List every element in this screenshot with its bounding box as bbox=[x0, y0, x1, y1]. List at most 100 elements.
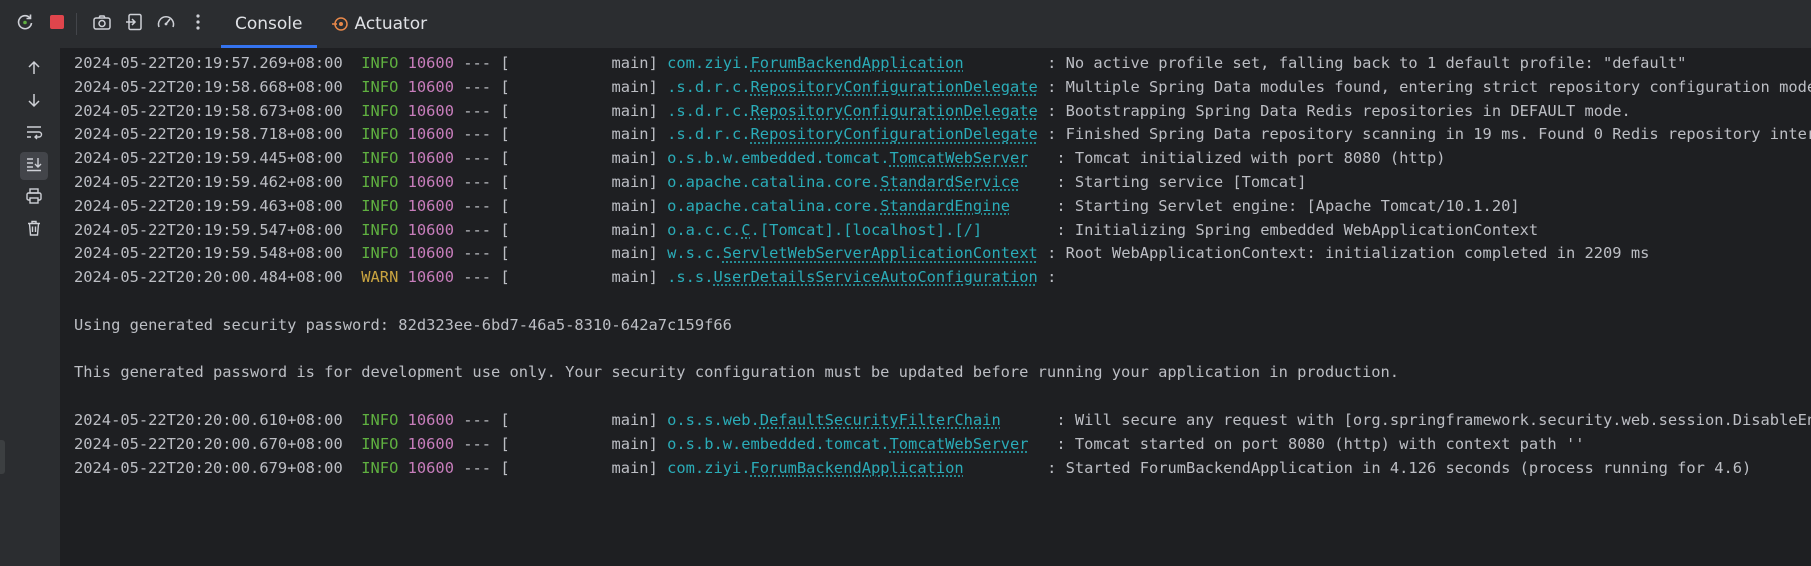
log-line: 2024-05-22T20:20:00.484+08:00 WARN 10600… bbox=[74, 264, 1066, 291]
log-logger-package: o.s.s.web. bbox=[667, 411, 760, 429]
print-button[interactable] bbox=[20, 184, 48, 212]
log-logger-link[interactable]: .s.d.r.c.RepositoryConfigurationDelegate bbox=[667, 125, 1038, 143]
log-logger-class: C bbox=[741, 220, 751, 239]
log-logger-class: StandardService bbox=[880, 173, 1020, 191]
scroll-to-end-icon bbox=[25, 155, 43, 177]
log-timestamp: 2024-05-22T20:19:58.668+08:00 bbox=[74, 77, 343, 96]
log-logger-link[interactable]: .s.d.r.c.RepositoryConfigurationDelegate bbox=[667, 102, 1038, 120]
log-logger-package: .s.d.r.c. bbox=[667, 125, 751, 144]
scroll-down-arrow-icon bbox=[25, 91, 43, 113]
log-logger-class: TomcatWebServer bbox=[889, 434, 1029, 453]
log-logger-class: UserDetailsServiceAutoConfiguration bbox=[713, 268, 1038, 287]
log-logger-package: o.apache.catalina.core. bbox=[667, 196, 881, 215]
log-logger-link[interactable]: o.apache.catalina.core.StandardEngine bbox=[667, 197, 1010, 215]
screenshot-button[interactable] bbox=[89, 11, 115, 37]
log-thread: --- [ main] bbox=[463, 244, 658, 263]
console-text-line: This generated password is for developme… bbox=[74, 359, 1399, 386]
log-pid: 10600 bbox=[407, 54, 454, 72]
rerun-button[interactable] bbox=[12, 11, 38, 37]
print-icon bbox=[25, 187, 43, 209]
scroll-down-button[interactable] bbox=[20, 88, 48, 116]
clear-all-button[interactable] bbox=[20, 216, 48, 244]
log-pid: 10600 bbox=[407, 434, 454, 453]
log-timestamp: 2024-05-22T20:19:58.718+08:00 bbox=[74, 125, 343, 144]
log-pid: 10600 bbox=[407, 149, 454, 168]
log-pid: 10600 bbox=[407, 77, 454, 96]
log-logger-class: RepositoryConfigurationDelegate bbox=[750, 125, 1038, 144]
log-logger-link[interactable]: o.s.b.w.embedded.tomcat.TomcatWebServer bbox=[667, 435, 1028, 453]
scroll-to-end-button[interactable] bbox=[20, 152, 48, 180]
log-message: : No active profile set, falling back to… bbox=[1047, 54, 1687, 72]
log-pid: 10600 bbox=[407, 101, 454, 120]
log-thread: --- [ main] bbox=[463, 196, 658, 215]
console-text-line: Using generated security password: 82d32… bbox=[74, 312, 732, 339]
log-line: 2024-05-22T20:20:00.679+08:00 INFO 10600… bbox=[74, 455, 1751, 482]
log-logger-package: .s.d.r.c. bbox=[667, 77, 751, 96]
log-message: : Multiple Spring Data modules found, en… bbox=[1047, 77, 1811, 96]
more-vertical-icon bbox=[194, 12, 202, 36]
console-output[interactable]: 2024-05-22T20:19:57.269+08:00 INFO 10600… bbox=[60, 48, 1811, 566]
log-thread: --- [ main] bbox=[463, 220, 658, 239]
log-timestamp: 2024-05-22T20:19:59.462+08:00 bbox=[74, 173, 343, 191]
log-level: INFO bbox=[361, 149, 399, 168]
log-logger-link[interactable]: o.apache.catalina.core.StandardService bbox=[667, 173, 1019, 191]
scroll-up-button[interactable] bbox=[20, 56, 48, 84]
import-button[interactable] bbox=[121, 11, 147, 37]
more-options-button[interactable] bbox=[185, 11, 211, 37]
soft-wrap-button[interactable] bbox=[20, 120, 48, 148]
scroll-up-arrow-icon bbox=[25, 59, 43, 81]
log-timestamp: 2024-05-22T20:19:59.463+08:00 bbox=[74, 196, 343, 215]
log-message: : Initializing Spring embedded WebApplic… bbox=[1056, 220, 1539, 239]
rerun-icon bbox=[15, 12, 35, 36]
camera-icon bbox=[92, 12, 112, 36]
log-logger-class: RepositoryConfigurationDelegate bbox=[750, 101, 1038, 120]
tab-console[interactable]: Console bbox=[221, 0, 317, 48]
log-level: INFO bbox=[361, 244, 399, 263]
log-pid: 10600 bbox=[407, 458, 454, 477]
log-logger-link[interactable]: o.s.s.web.DefaultSecurityFilterChain bbox=[667, 411, 1001, 429]
log-logger-link[interactable]: .s.s.UserDetailsServiceAutoConfiguration bbox=[667, 268, 1038, 286]
stop-button[interactable] bbox=[44, 11, 70, 37]
log-pid: 10600 bbox=[407, 244, 454, 263]
log-logger-link[interactable]: .s.d.r.c.RepositoryConfigurationDelegate bbox=[667, 78, 1038, 96]
console-text: This generated password is for developme… bbox=[74, 363, 1400, 382]
log-logger-class: ForumBackendApplication bbox=[750, 458, 964, 477]
log-level: INFO bbox=[361, 196, 399, 215]
log-level: INFO bbox=[361, 173, 399, 191]
log-logger-package: com.ziyi. bbox=[667, 458, 751, 477]
log-pid: 10600 bbox=[407, 196, 454, 215]
log-logger-package: o.apache.catalina.core. bbox=[667, 173, 881, 191]
panel-resize-handle[interactable] bbox=[0, 440, 5, 474]
log-logger-link[interactable]: com.ziyi.ForumBackendApplication bbox=[667, 54, 964, 72]
log-logger-link[interactable]: o.s.b.w.embedded.tomcat.TomcatWebServer bbox=[667, 149, 1028, 167]
log-logger-package: com.ziyi. bbox=[667, 54, 751, 72]
log-timestamp: 2024-05-22T20:20:00.484+08:00 bbox=[74, 268, 343, 287]
log-thread: --- [ main] bbox=[463, 101, 658, 120]
log-timestamp: 2024-05-22T20:20:00.610+08:00 bbox=[74, 411, 343, 429]
log-logger-class: TomcatWebServer bbox=[889, 149, 1029, 168]
profiler-button[interactable] bbox=[153, 11, 179, 37]
log-logger-package: .s.d.r.c. bbox=[667, 101, 751, 120]
stop-icon bbox=[48, 13, 66, 35]
log-message: : Tomcat initialized with port 8080 (htt… bbox=[1056, 149, 1446, 168]
log-message: : Will secure any request with [org.spri… bbox=[1056, 411, 1811, 429]
tab-actuator[interactable]: Actuator bbox=[317, 0, 442, 48]
log-level: INFO bbox=[361, 458, 399, 477]
log-timestamp: 2024-05-22T20:19:59.445+08:00 bbox=[74, 149, 343, 168]
log-message: : Starting service [Tomcat] bbox=[1056, 173, 1307, 191]
log-logger-link[interactable]: o.a.c.c.C.[Tomcat].[localhost].[/] bbox=[667, 221, 982, 239]
console-sidebar bbox=[0, 48, 60, 566]
log-timestamp: 2024-05-22T20:20:00.679+08:00 bbox=[74, 458, 343, 477]
log-timestamp: 2024-05-22T20:19:59.547+08:00 bbox=[74, 220, 343, 239]
trash-icon bbox=[25, 219, 43, 241]
log-timestamp: 2024-05-22T20:19:59.548+08:00 bbox=[74, 244, 343, 263]
log-level: INFO bbox=[361, 220, 399, 239]
log-timestamp: 2024-05-22T20:19:58.673+08:00 bbox=[74, 101, 343, 120]
log-logger-link[interactable]: com.ziyi.ForumBackendApplication bbox=[667, 459, 964, 477]
log-thread: --- [ main] bbox=[463, 411, 658, 429]
log-message: : Bootstrapping Spring Data Redis reposi… bbox=[1047, 101, 1631, 120]
log-timestamp: 2024-05-22T20:20:00.670+08:00 bbox=[74, 434, 343, 453]
log-level: WARN bbox=[361, 268, 399, 287]
log-logger-package: w.s.c. bbox=[667, 244, 723, 263]
log-logger-link[interactable]: w.s.c.ServletWebServerApplicationContext bbox=[667, 244, 1038, 262]
